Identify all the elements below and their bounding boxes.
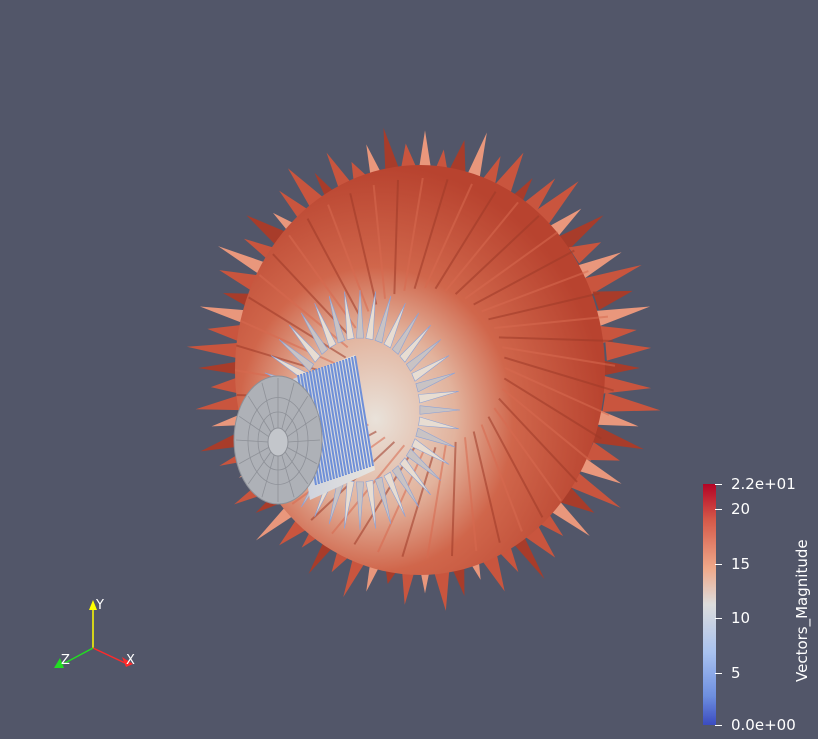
legend-title: Vectors_Magnitude bbox=[793, 539, 811, 682]
z-axis-label: Z bbox=[61, 653, 70, 668]
legend-tick-5 bbox=[715, 673, 722, 674]
legend-tick-min bbox=[715, 725, 722, 726]
colormap-bar bbox=[703, 484, 716, 725]
legend-label-min: 0.0e+00 bbox=[731, 716, 796, 734]
legend-tick-max bbox=[715, 484, 722, 485]
legend-tick-15 bbox=[715, 564, 722, 565]
blade-spike bbox=[605, 341, 652, 361]
legend-tick-20 bbox=[715, 509, 722, 510]
legend-label-10: 10 bbox=[731, 609, 751, 627]
legend-label-20: 20 bbox=[731, 500, 751, 518]
y-axis-label: Y bbox=[95, 598, 104, 613]
color-legend: 2.2e+01 20 15 10 5 0.0e+00 Vectors_Magni… bbox=[701, 476, 818, 735]
x-axis-label: X bbox=[126, 653, 135, 668]
legend-label-max: 2.2e+01 bbox=[731, 475, 796, 493]
orientation-axes-widget: Y X Z bbox=[54, 598, 135, 668]
legend-tick-10 bbox=[715, 618, 722, 619]
blade-spike bbox=[602, 392, 661, 412]
blade-spike bbox=[599, 375, 652, 395]
3d-scene[interactable]: Y X Z bbox=[0, 0, 818, 739]
legend-label-15: 15 bbox=[731, 555, 751, 573]
legend-label-5: 5 bbox=[731, 664, 741, 682]
render-viewport[interactable]: Y X Z 2.2e+01 20 15 10 5 0.0e+00 Vectors… bbox=[0, 0, 818, 739]
x-axis-line bbox=[92, 647, 126, 664]
